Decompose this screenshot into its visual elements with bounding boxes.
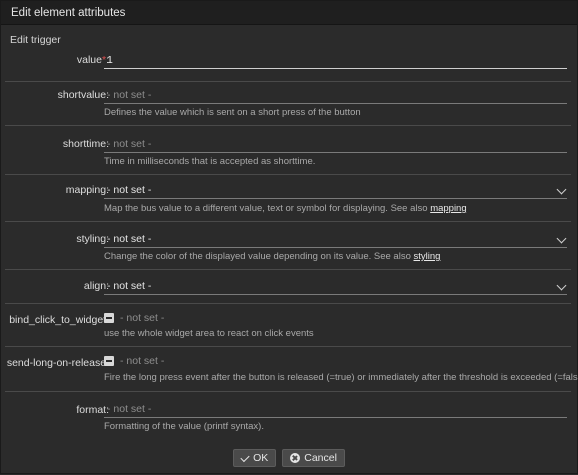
divider — [5, 269, 571, 270]
chevron-down-icon — [556, 280, 567, 291]
divider — [5, 81, 571, 82]
mapping-select[interactable]: - not set - — [104, 182, 567, 199]
mapping-description: Map the bus value to a different value, … — [104, 203, 467, 214]
bind-click-to-widget-checkbox[interactable]: - not set - — [104, 311, 164, 325]
divider — [5, 303, 571, 304]
edit-element-dialog: Edit element attributes Edit trigger val… — [0, 0, 578, 474]
shortvalue-input[interactable]: - not set - — [104, 87, 567, 104]
send-long-on-release-description: Fire the long press event after the butt… — [104, 372, 578, 383]
divider — [5, 221, 571, 222]
dialog-footer: OK Cancel — [1, 441, 577, 475]
divider — [5, 391, 571, 392]
styling-link[interactable]: styling — [414, 251, 441, 262]
bind-click-to-widget-description: use the whole widget area to react on cl… — [104, 328, 314, 339]
mapping-link[interactable]: mapping — [430, 203, 466, 214]
check-icon — [240, 452, 250, 462]
send-long-on-release-label: send-long-on-release: — [6, 357, 109, 369]
shortvalue-description: Defines the value which is sent on a sho… — [104, 107, 361, 118]
send-long-on-release-checkbox[interactable]: - not set - — [104, 354, 164, 368]
indeterminate-checkbox-icon[interactable] — [104, 356, 114, 366]
ok-button[interactable]: OK — [233, 449, 277, 467]
cancel-button[interactable]: Cancel — [282, 449, 345, 467]
align-select[interactable]: - not set - — [104, 278, 567, 295]
styling-description: Change the color of the displayed value … — [104, 251, 441, 262]
shorttime-description: Time in milliseconds that is accepted as… — [104, 156, 316, 167]
format-input[interactable]: - not set - — [104, 401, 567, 418]
section-title: Edit trigger — [10, 34, 61, 46]
dialog-title: Edit element attributes — [1, 1, 577, 25]
shortvalue-label: shortvalue: — [57, 89, 109, 101]
chevron-down-icon — [556, 184, 567, 195]
value-input[interactable]: 1 — [104, 52, 567, 69]
mapping-label: mapping: — [65, 184, 109, 196]
shorttime-label: shorttime: — [62, 138, 109, 150]
format-description: Formatting of the value (printf syntax). — [104, 421, 264, 432]
chevron-down-icon — [556, 233, 567, 244]
cancel-icon — [290, 453, 301, 463]
shorttime-input[interactable]: - not set - — [104, 136, 567, 153]
divider — [5, 174, 571, 175]
divider — [5, 346, 571, 347]
styling-select[interactable]: - not set - — [104, 231, 567, 248]
indeterminate-checkbox-icon[interactable] — [104, 313, 114, 323]
divider — [5, 125, 571, 126]
bind-click-to-widget-label: bind_click_to_widget: — [9, 314, 109, 326]
